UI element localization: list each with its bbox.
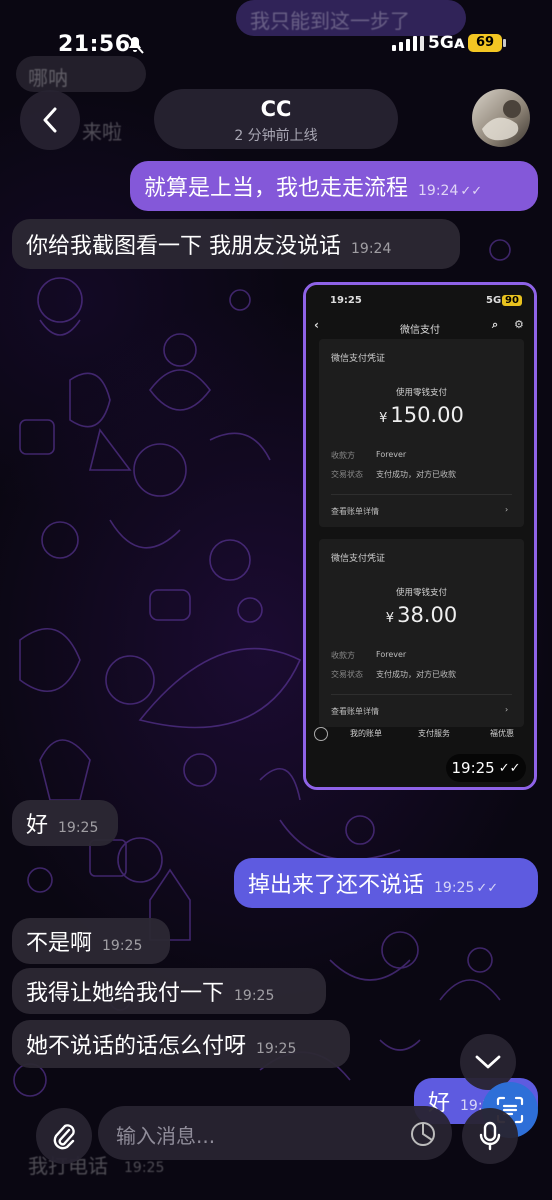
card-detail-link: 查看账单详情	[331, 507, 379, 516]
message-text: 掉出来了还不说话	[248, 873, 425, 898]
contact-name: CC	[260, 97, 292, 121]
message-input[interactable]: 输入消息...	[98, 1106, 452, 1160]
chat-title[interactable]: CC 2 分钟前上线	[154, 89, 398, 149]
chevron-down-icon	[475, 1055, 501, 1069]
keyboard-icon	[314, 727, 328, 741]
card-detail-link: 查看账单详情	[331, 707, 379, 716]
shot-search-icon: ⌕	[492, 318, 499, 331]
card-subtitle: 使用零钱支付	[395, 388, 447, 398]
message-time: 19:25	[58, 820, 99, 836]
shot-network: 5G	[486, 295, 502, 306]
shot-gear-icon: ⚙	[514, 318, 524, 331]
chevron-right-icon: ›	[505, 705, 509, 714]
ghost-incoming-time: 19:25	[124, 1160, 165, 1176]
status-bar: 21:56 5Gᴀ 69	[0, 0, 552, 88]
message-bubble-incoming[interactable]: 我得让她给我付一下 19:25	[12, 968, 326, 1014]
read-ticks-icon: ✓✓	[460, 183, 483, 199]
message-text: 她不说话的话怎么付呀	[26, 1034, 247, 1059]
message-time: 19:25	[451, 759, 495, 777]
message-bubble-incoming[interactable]: 好 19:25	[12, 800, 118, 846]
message-text: 不是啊	[26, 931, 93, 956]
chevron-right-icon: ›	[505, 505, 509, 514]
signal-icon	[392, 36, 424, 51]
avatar[interactable]	[472, 89, 530, 147]
shot-bottom-tabs: 我的账单 支付服务 福优惠	[306, 721, 534, 751]
message-time: 19:25	[102, 938, 143, 954]
card-status: 交易状态 支付成功，对方已收款	[331, 670, 456, 679]
battery-icon: 69	[468, 34, 506, 52]
last-seen-status: 2 分钟前上线	[234, 128, 318, 144]
read-ticks-icon: ✓✓	[476, 880, 499, 896]
message-time: 19:25	[434, 880, 475, 896]
bell-muted-icon	[126, 34, 144, 59]
shot-tab: 福优惠	[490, 729, 514, 738]
shot-title: 微信支付	[400, 325, 440, 336]
message-time: 19:24	[351, 241, 392, 257]
payment-card: 微信支付凭证 使用零钱支付 ¥150.00 收款方 Forever 交易状态 支付成…	[319, 339, 524, 527]
shot-status-time: 19:25	[330, 295, 362, 306]
message-text: 好	[26, 813, 49, 838]
message-time: 19:24	[418, 183, 459, 199]
shot-battery: 90	[502, 295, 522, 306]
card-status: 交易状态 支付成功，对方已收款	[331, 470, 456, 479]
payment-screenshot: 19:25 5G 90 ‹ 微信支付 ⌕ ⚙ 微信支付凭证 使用零钱支付 ¥15…	[306, 285, 534, 787]
clock: 21:56	[58, 32, 131, 57]
back-button[interactable]	[20, 90, 80, 150]
message-text: 你给我截图看一下 我朋友没说话	[26, 234, 341, 259]
ghost-incoming-text-2: 来啦	[82, 120, 122, 144]
read-ticks-icon: ✓✓	[498, 760, 521, 776]
paperclip-icon	[53, 1124, 75, 1150]
card-amount: ¥38.00	[385, 603, 458, 627]
image-time-badge: 19:25 ✓✓	[446, 754, 526, 782]
message-bubble-incoming[interactable]: 你给我截图看一下 我朋友没说话 19:24	[12, 219, 460, 269]
shot-tab: 我的账单	[350, 729, 382, 738]
message-bubble-incoming[interactable]: 她不说话的话怎么付呀 19:25	[12, 1020, 350, 1068]
card-title: 微信支付凭证	[331, 354, 386, 364]
network-type: 5Gᴀ	[428, 33, 465, 53]
card-title: 微信支付凭证	[331, 554, 386, 564]
card-subtitle: 使用零钱支付	[395, 588, 447, 598]
chevron-left-icon	[43, 107, 57, 133]
card-payee: 收款方 Forever	[331, 650, 407, 660]
voice-record-button[interactable]	[462, 1108, 518, 1164]
message-text: 就算是上当，我也走走流程	[144, 176, 409, 201]
attach-button[interactable]	[36, 1108, 92, 1164]
payment-card: 微信支付凭证 使用零钱支付 ¥38.00 收款方 Forever 交易状态 支付成功…	[319, 539, 524, 727]
shot-tab: 支付服务	[418, 729, 450, 738]
message-time: 19:25	[256, 1041, 297, 1057]
image-message[interactable]: 19:25 5G 90 ‹ 微信支付 ⌕ ⚙ 微信支付凭证 使用零钱支付 ¥15…	[303, 282, 537, 790]
message-bubble-outgoing[interactable]: 掉出来了还不说话 19:25 ✓✓	[234, 858, 538, 908]
microphone-icon	[479, 1121, 501, 1151]
message-bubble-outgoing[interactable]: 就算是上当，我也走走流程 19:24 ✓✓	[130, 161, 538, 211]
message-bubble-incoming[interactable]: 不是啊 19:25	[12, 918, 170, 964]
card-payee: 收款方 Forever	[331, 450, 407, 460]
card-amount: ¥150.00	[379, 403, 464, 427]
message-time: 19:25	[234, 988, 275, 1004]
sticker-icon[interactable]	[410, 1121, 436, 1147]
message-text: 我得让她给我付一下	[26, 981, 225, 1006]
message-input-placeholder: 输入消息...	[116, 1124, 216, 1148]
